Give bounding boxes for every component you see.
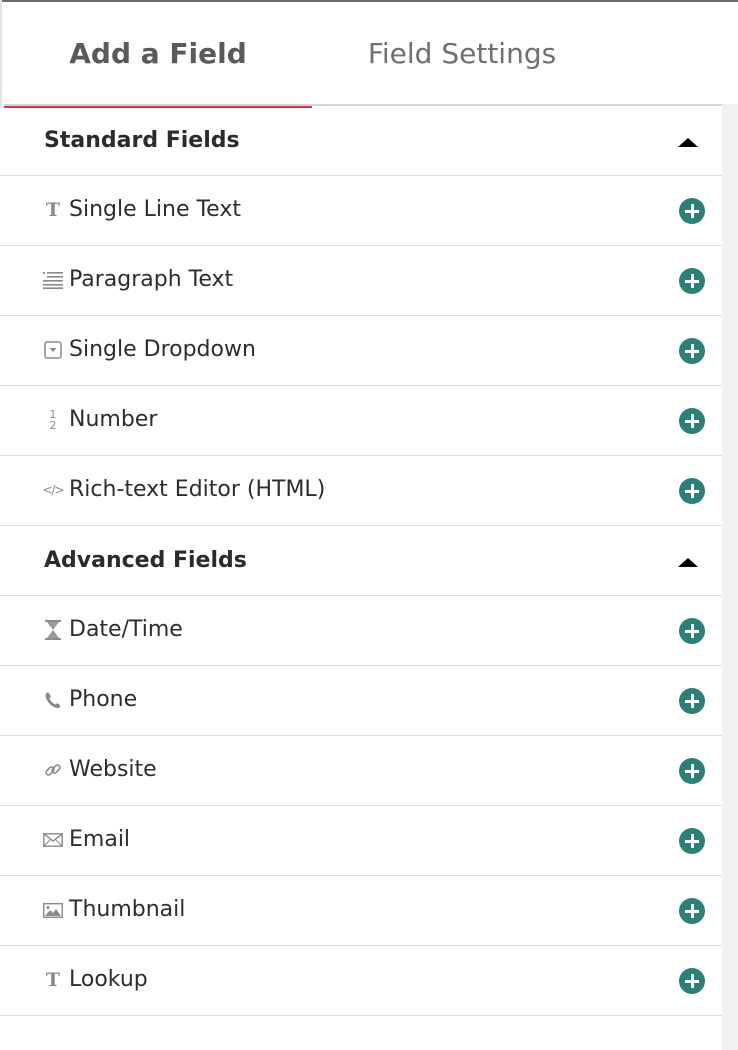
add-field-button[interactable] bbox=[679, 828, 705, 854]
add-field-button[interactable] bbox=[679, 408, 705, 434]
add-field-button[interactable] bbox=[679, 478, 705, 504]
field-item-label: Lookup bbox=[69, 967, 148, 992]
add-field-button[interactable] bbox=[679, 618, 705, 644]
field-item-website[interactable]: Website bbox=[0, 736, 722, 806]
paragraph-icon bbox=[42, 268, 64, 292]
field-item-label: Date/Time bbox=[69, 617, 183, 642]
collapse-caret-icon[interactable] bbox=[678, 138, 698, 147]
field-item-phone[interactable]: Phone bbox=[0, 666, 722, 736]
section-header-standard-fields[interactable]: Standard Fields bbox=[0, 106, 722, 176]
section-header-advanced-fields[interactable]: Advanced Fields bbox=[0, 526, 722, 596]
field-item-label: Website bbox=[69, 757, 157, 782]
tab-field-settings[interactable]: Field Settings bbox=[312, 2, 612, 104]
tab-add-a-field-label: Add a Field bbox=[69, 36, 247, 70]
add-field-button[interactable] bbox=[679, 338, 705, 364]
tab-add-a-field[interactable]: Add a Field bbox=[4, 2, 312, 108]
add-field-button[interactable] bbox=[679, 198, 705, 224]
link-icon bbox=[42, 758, 64, 782]
field-item-label: Single Line Text bbox=[69, 197, 241, 222]
collapse-caret-icon[interactable] bbox=[678, 558, 698, 567]
field-item-single-line-text[interactable]: T Single Line Text bbox=[0, 176, 722, 246]
text-icon: T bbox=[45, 969, 61, 991]
envelope-icon bbox=[42, 828, 64, 852]
tab-field-settings-label: Field Settings bbox=[367, 36, 557, 70]
field-item-paragraph-text[interactable]: Paragraph Text bbox=[0, 246, 722, 316]
left-border bbox=[0, 0, 2, 106]
scroll-gutter bbox=[722, 104, 738, 1050]
field-item-email[interactable]: Email bbox=[0, 806, 722, 876]
field-item-number[interactable]: 1 2 Number bbox=[0, 386, 722, 456]
code-icon: </> bbox=[42, 483, 64, 497]
field-item-label: Number bbox=[69, 407, 158, 432]
text-icon: T bbox=[45, 199, 61, 221]
image-icon bbox=[42, 898, 64, 922]
section-title: Standard Fields bbox=[44, 128, 240, 153]
dropdown-icon bbox=[42, 338, 64, 362]
field-item-label: Paragraph Text bbox=[69, 267, 234, 292]
add-field-button[interactable] bbox=[679, 268, 705, 294]
add-field-button[interactable] bbox=[679, 758, 705, 784]
hourglass-icon bbox=[42, 618, 64, 642]
phone-icon bbox=[42, 688, 64, 712]
field-item-single-dropdown[interactable]: Single Dropdown bbox=[0, 316, 722, 386]
field-item-label: Thumbnail bbox=[69, 897, 186, 922]
add-field-button[interactable] bbox=[679, 898, 705, 924]
add-field-button[interactable] bbox=[679, 968, 705, 994]
number-icon: 1 2 bbox=[42, 408, 64, 432]
tab-bar: Add a Field Field Settings bbox=[4, 2, 722, 108]
section-title: Advanced Fields bbox=[44, 548, 247, 573]
number-icon-bottom: 2 bbox=[49, 419, 57, 432]
field-item-label: Email bbox=[69, 827, 131, 852]
field-item-label: Rich-text Editor (HTML) bbox=[69, 477, 326, 502]
field-item-thumbnail[interactable]: Thumbnail bbox=[0, 876, 722, 946]
field-item-date-time[interactable]: Date/Time bbox=[0, 596, 722, 666]
field-item-lookup[interactable]: T Lookup bbox=[0, 946, 722, 1016]
field-item-rich-text-editor[interactable]: </> Rich-text Editor (HTML) bbox=[0, 456, 722, 526]
field-item-label: Single Dropdown bbox=[69, 337, 256, 362]
field-list-panel: Standard Fields T Single Line Text Parag… bbox=[0, 106, 722, 1016]
add-field-button[interactable] bbox=[679, 688, 705, 714]
field-item-label: Phone bbox=[69, 687, 138, 712]
